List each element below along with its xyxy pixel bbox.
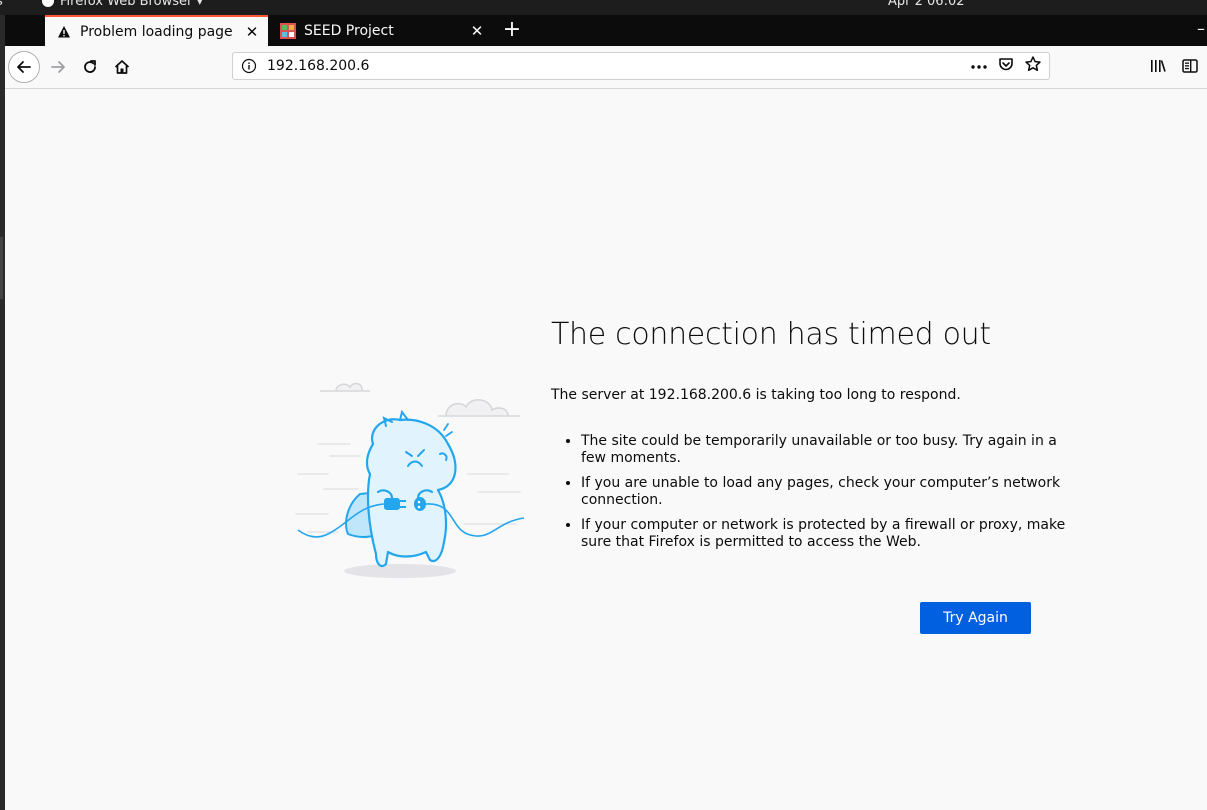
error-suggestions-list: The site could be temporarily unavailabl… — [551, 433, 1071, 559]
seed-favicon — [280, 22, 296, 39]
tab-label: Problem loading page — [80, 23, 233, 40]
warning-icon — [56, 24, 72, 40]
tab-overflow-icon[interactable]: – — [1197, 19, 1205, 38]
page-title: The connection has timed out — [551, 317, 991, 352]
site-info-icon[interactable] — [241, 58, 257, 74]
new-tab-button[interactable]: + — [498, 17, 526, 45]
sidebar-icon[interactable] — [1181, 58, 1199, 78]
home-icon — [114, 60, 130, 74]
library-icon[interactable] — [1149, 58, 1167, 78]
system-top-bar: s Firefox Web Browser ▾ Apr 2 06:02 — [0, 0, 1207, 15]
clock[interactable]: Apr 2 06:02 — [888, 0, 965, 9]
disconnected-monster-icon — [295, 382, 525, 578]
close-tab-icon[interactable]: ✕ — [465, 22, 489, 40]
timeout-illustration — [288, 374, 528, 584]
url-bar[interactable]: 192.168.200.6 — [232, 52, 1050, 80]
tab-label: SEED Project — [304, 22, 394, 39]
pocket-icon[interactable] — [997, 55, 1015, 77]
error-page: The connection has timed out The server … — [5, 89, 1207, 810]
firefox-icon — [42, 0, 54, 7]
app-menu-label: Firefox Web Browser ▾ — [60, 0, 203, 9]
tab-strip: Problem loading page ✕ SEED Project ✕ + … — [5, 15, 1207, 46]
app-menu[interactable]: Firefox Web Browser ▾ — [42, 0, 203, 9]
url-text[interactable]: 192.168.200.6 — [267, 58, 970, 74]
bookmark-star-icon[interactable] — [1024, 55, 1042, 77]
list-item: The site could be temporarily unavailabl… — [581, 433, 1071, 467]
forward-arrow-icon — [51, 61, 65, 73]
forward-button[interactable] — [43, 52, 73, 82]
try-again-button[interactable]: Try Again — [920, 602, 1031, 634]
reload-button[interactable] — [75, 52, 105, 82]
close-tab-icon[interactable]: ✕ — [240, 23, 264, 41]
error-description: The server at 192.168.200.6 is taking to… — [551, 387, 961, 403]
activities-button[interactable]: s — [0, 0, 3, 9]
tab-seed-project[interactable]: SEED Project ✕ — [269, 15, 493, 46]
back-button[interactable] — [8, 51, 40, 83]
dock-item[interactable] — [0, 237, 3, 299]
tab-problem-loading[interactable]: Problem loading page ✕ — [45, 15, 268, 46]
back-arrow-icon — [17, 61, 31, 73]
home-button[interactable] — [107, 52, 137, 82]
navigation-bar: 192.168.200.6 — [5, 46, 1207, 89]
list-item: If your computer or network is protected… — [581, 517, 1071, 551]
more-actions-icon[interactable] — [970, 58, 988, 74]
list-item: If you are unable to load any pages, che… — [581, 475, 1071, 509]
reload-icon — [84, 60, 96, 73]
